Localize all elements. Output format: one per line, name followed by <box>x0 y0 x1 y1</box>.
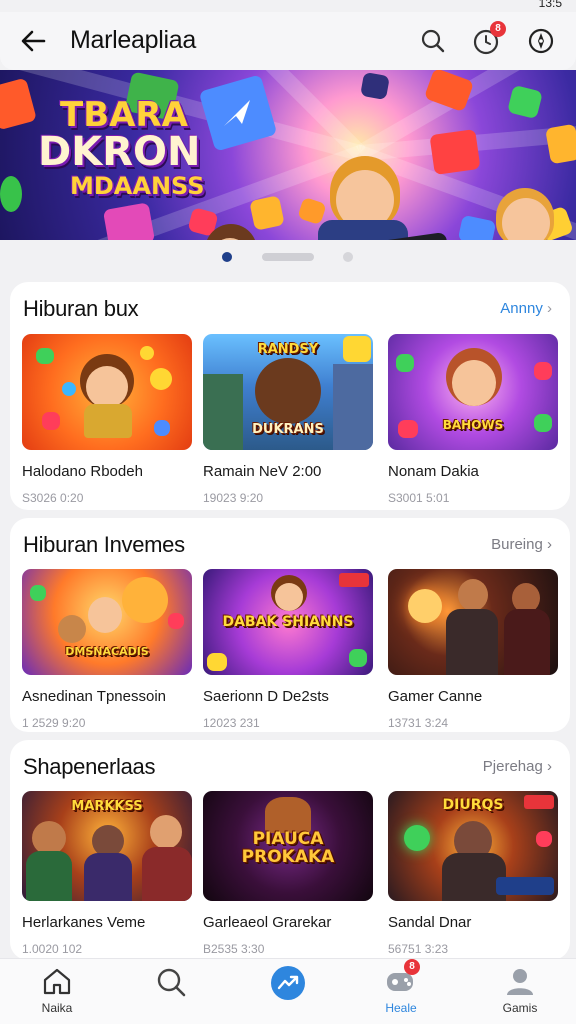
banner-title-line-1: TBARA <box>60 95 188 135</box>
nav-badge: 8 <box>404 959 420 975</box>
banner-title-line-2: DKRON <box>38 129 201 175</box>
game-thumbnail: DIURQS <box>388 791 558 901</box>
section-see-all-link[interactable]: Bureing › <box>491 536 552 553</box>
chevron-right-icon: › <box>547 300 552 317</box>
game-meta: S3001 5:01 <box>388 491 450 505</box>
game-card[interactable]: BAHOWS Nonam Dakia S3001 5:01 <box>388 334 558 505</box>
profile-icon <box>507 969 533 995</box>
game-card[interactable]: Halodano Rbodeh S3026 0:20 <box>22 334 192 505</box>
section-see-all-link[interactable]: Pjerehag › <box>483 758 552 775</box>
status-bar: 13:5 <box>0 0 576 10</box>
game-thumbnail: BAHOWS <box>388 334 558 450</box>
carousel-dot-active[interactable] <box>222 252 232 262</box>
section-title: Shapenerlaas <box>23 754 156 779</box>
section-title: Hiburan Invemes <box>23 532 185 557</box>
game-card[interactable]: MARKKSS Herlarkanes Veme 1.0020 102 <box>22 791 192 956</box>
game-thumbnail: MARKKSS <box>22 791 192 901</box>
game-title: Ramain NeV 2:00 <box>203 463 322 480</box>
banner-title-line-3: MDAANSS <box>70 172 205 200</box>
game-card[interactable]: PIAUCA PROKAKA Garleaeol Grarekar B2535 … <box>203 791 373 956</box>
game-meta: B2535 3:30 <box>203 942 265 956</box>
notification-badge: 8 <box>490 21 506 37</box>
nav-label: Gamis <box>502 1001 538 1015</box>
carousel-dot[interactable] <box>262 253 314 261</box>
game-title: Nonam Dakia <box>388 463 479 480</box>
game-thumbnail <box>22 334 192 450</box>
game-meta: 1 2529 9:20 <box>22 716 86 730</box>
promo-banner[interactable]: TBARA DKRON MDAANSS <box>0 70 576 240</box>
game-meta: 56751 3:23 <box>388 942 449 956</box>
game-thumbnail: PIAUCA PROKAKA <box>203 791 373 901</box>
thumbnail-art-text: PIAUCA PROKAKA <box>241 829 335 867</box>
game-title: Garleaeol Grarekar <box>203 914 332 931</box>
thumbnail-art-text: BAHOWS <box>442 418 504 432</box>
status-time: 13:5 <box>538 0 562 10</box>
game-meta: 13731 3:24 <box>388 716 449 730</box>
section-title: Hiburan bux <box>23 296 139 321</box>
game-card[interactable]: DABAK SHIANNS Saerionn D De2sts 12023 23… <box>203 569 373 730</box>
nav-item-trending[interactable] <box>248 965 328 1023</box>
nav-item-search[interactable] <box>131 965 211 1023</box>
game-title: Gamer Canne <box>388 688 483 705</box>
back-arrow-icon[interactable] <box>18 26 48 56</box>
game-meta: 19023 9:20 <box>203 491 264 505</box>
game-title: Halodano Rbodeh <box>22 463 143 480</box>
game-title: Asnedinan Tpnessoin <box>22 688 166 705</box>
page-title: Marleapliaa <box>70 26 196 54</box>
game-thumbnail: DMSNACADIS <box>22 569 192 675</box>
game-title: Herlarkanes Veme <box>22 914 146 931</box>
nav-item-games-active[interactable]: 8 Heale <box>361 959 441 1023</box>
game-title: Sandal Dnar <box>388 914 472 931</box>
nav-item-home[interactable]: Naika <box>17 965 97 1023</box>
game-meta: 12023 231 <box>203 716 260 730</box>
carousel-dot[interactable] <box>343 252 353 262</box>
game-thumbnail: RANDSY DUKRANS <box>203 334 373 450</box>
chevron-right-icon: › <box>547 758 552 775</box>
home-icon <box>43 968 71 995</box>
game-thumbnail: DABAK SHIANNS <box>203 569 373 675</box>
nav-label: Naika <box>41 1001 73 1015</box>
app-header: Marleapliaa 8 <box>0 12 576 70</box>
notifications-button[interactable]: 8 <box>470 21 506 59</box>
game-meta: S3026 0:20 <box>22 491 84 505</box>
thumbnail-art-text: DABAK SHIANNS <box>222 614 354 630</box>
banner-title: TBARA DKRON MDAANSS <box>38 98 205 198</box>
trending-icon <box>271 966 305 1000</box>
nav-item-profile[interactable]: Gamis <box>480 965 560 1023</box>
game-card[interactable]: Gamer Canne 13731 3:24 <box>388 569 558 730</box>
thumbnail-art-text: DIURQS <box>442 797 504 813</box>
game-title: Saerionn D De2sts <box>203 688 329 705</box>
game-meta: 1.0020 102 <box>22 942 83 956</box>
thumbnail-art-text: DMSNACADIS <box>65 645 149 658</box>
nav-label: Heale <box>385 1001 417 1015</box>
section-hiburan-bux: Hiburan bux Annny › Halodano Rbodeh S302… <box>10 282 570 510</box>
section-see-all-link[interactable]: Annny › <box>500 300 552 317</box>
game-thumbnail <box>388 569 558 675</box>
search-icon[interactable] <box>418 26 448 56</box>
compass-icon[interactable] <box>526 26 556 56</box>
carousel-indicator <box>0 250 576 264</box>
game-card[interactable]: DMSNACADIS Asnedinan Tpnessoin 1 2529 9:… <box>22 569 192 730</box>
section-shapenerlaas: Shapenerlaas Pjerehag › MARKKSS Herlarka… <box>10 740 570 960</box>
game-card[interactable]: RANDSY DUKRANS Ramain NeV 2:00 19023 9:2… <box>203 334 373 505</box>
thumbnail-art-text: MARKKSS <box>71 799 143 814</box>
bottom-navigation: Naika 8 Heale Gamis <box>0 958 576 1024</box>
thumbnail-art-text: DUKRANS <box>252 422 324 437</box>
chevron-right-icon: › <box>547 536 552 553</box>
game-card[interactable]: DIURQS Sandal Dnar 56751 3:23 <box>388 791 558 956</box>
section-hiburan-invemes: Hiburan Invemes Bureing › DMSNACADIS Asn… <box>10 518 570 732</box>
search-icon <box>157 968 186 997</box>
